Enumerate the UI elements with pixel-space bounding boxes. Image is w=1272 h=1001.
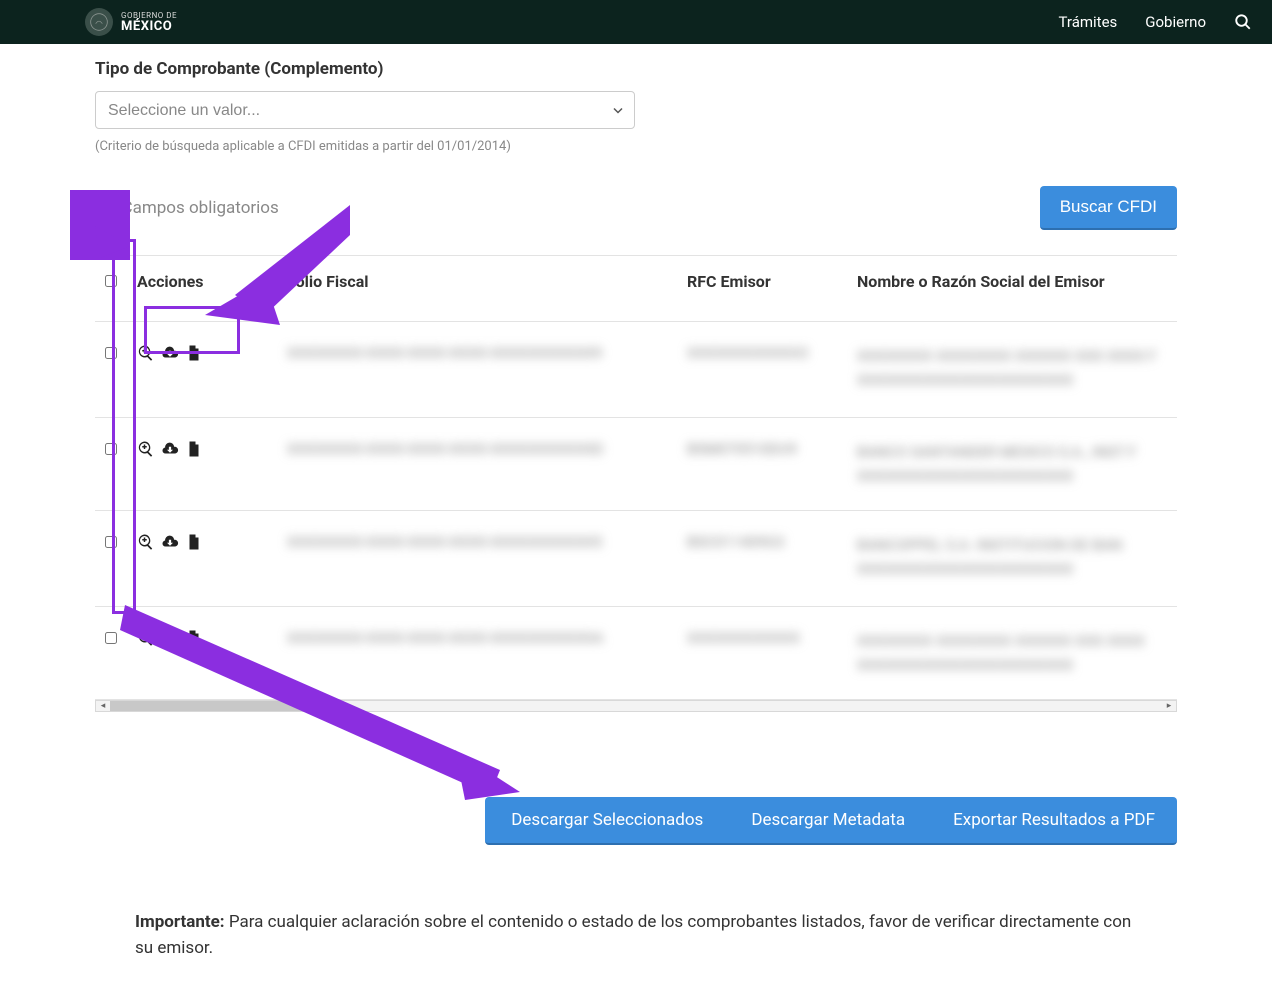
row-checkbox[interactable] [105, 347, 117, 359]
download-icon[interactable] [161, 533, 179, 555]
table-row: XXXXXXXX-XXXX-XXXX-XXXX-XXXXXXXXXXX5 BSC… [95, 511, 1177, 607]
col-header-acciones: Acciones [127, 256, 277, 322]
rfc-emisor-value: XXXXXXXXXXXX [687, 629, 837, 647]
table-row: XXXXXXXX-XXXX-XXXX-XXXX-XXXXXXXXXXXA XXX… [95, 607, 1177, 700]
gov-header: GOBIERNO DE MÉXICO Trámites Gobierno [0, 0, 1272, 44]
folio-fiscal-value: XXXXXXXX-XXXX-XXXX-XXXX-XXXXXXXXXXX5 [287, 533, 667, 551]
buscar-cfdi-button[interactable]: Buscar CFDI [1040, 186, 1177, 230]
document-icon[interactable] [185, 440, 203, 462]
results-table-wrap: Acciones Folio Fiscal RFC Emisor Nombre … [95, 255, 1177, 700]
row-checkbox[interactable] [105, 443, 117, 455]
select-all-checkbox[interactable] [105, 275, 117, 287]
col-header-folio: Folio Fiscal [277, 256, 677, 322]
logo-text-bottom: MÉXICO [121, 20, 177, 33]
view-detail-icon[interactable] [137, 629, 155, 651]
rfc-emisor-value: BSM070510DU9 [687, 440, 837, 458]
search-icon[interactable] [1234, 13, 1252, 31]
logo[interactable]: GOBIERNO DE MÉXICO [85, 8, 177, 36]
criteria-note: (Criterio de búsqueda aplicable a CFDI e… [95, 139, 1177, 154]
note-text: Para cualquier aclaración sobre el conte… [135, 912, 1131, 958]
scroll-left-arrow[interactable]: ◂ [96, 701, 110, 711]
exportar-pdf-button[interactable]: Exportar Resultados a PDF [953, 810, 1155, 830]
nav-gobierno[interactable]: Gobierno [1145, 13, 1206, 31]
view-detail-icon[interactable] [137, 533, 155, 555]
folio-fiscal-value: XXXXXXXX-XXXX-XXXX-XXXX-XXXXXXXXXXXD [287, 440, 667, 458]
tipo-comprobante-label: Tipo de Comprobante (Complemento) [95, 59, 1177, 79]
table-row: XXXXXXXX-XXXX-XXXX-XXXX-XXXXXXXXXXXD BSM… [95, 418, 1177, 511]
col-header-rfc: RFC Emisor [677, 256, 847, 322]
download-icon[interactable] [161, 440, 179, 462]
note-prefix: Importante: [135, 912, 225, 932]
document-icon[interactable] [185, 344, 203, 366]
row-checkbox[interactable] [105, 632, 117, 644]
rfc-emisor-value: XXXXXXXXXXXX3 [687, 344, 837, 362]
results-table: Acciones Folio Fiscal RFC Emisor Nombre … [95, 256, 1177, 699]
rfc-emisor-value: BSC011409G3 [687, 533, 837, 551]
download-icon[interactable] [161, 344, 179, 366]
scroll-right-arrow[interactable]: ▸ [1162, 701, 1176, 711]
header-nav: Trámites Gobierno [1059, 13, 1252, 31]
nombre-emisor-value: BANCO SANTANDER MEXICO S.A., INST FXXXXX… [857, 440, 1177, 488]
document-icon[interactable] [185, 629, 203, 651]
download-action-bar: Descargar Seleccionados Descargar Metada… [485, 797, 1177, 845]
nombre-emisor-value: XXXXXXXX XXXXXXXX XXXXXX XXX XXXX XXXXXX… [857, 629, 1177, 677]
view-detail-icon[interactable] [137, 440, 155, 462]
required-fields-note: * Campos obligatorios [110, 198, 279, 218]
nav-tramites[interactable]: Trámites [1059, 13, 1118, 31]
table-row: XXXXXXXX-XXXX-XXXX-XXXX-XXXXXXXXXXX9 XXX… [95, 322, 1177, 418]
horizontal-scrollbar[interactable]: ◂ ▸ [95, 700, 1177, 712]
download-icon[interactable] [161, 629, 179, 651]
descargar-metadata-button[interactable]: Descargar Metadata [751, 810, 905, 830]
folio-fiscal-value: XXXXXXXX-XXXX-XXXX-XXXX-XXXXXXXXXXXA [287, 629, 667, 647]
logo-text: GOBIERNO DE MÉXICO [121, 12, 177, 33]
nombre-emisor-value: BANCOPPEL S.A. INSTITUCION DE BAN XXXXXX… [857, 533, 1177, 581]
document-icon[interactable] [185, 533, 203, 555]
row-checkbox[interactable] [105, 536, 117, 548]
folio-fiscal-value: XXXXXXXX-XXXX-XXXX-XXXX-XXXXXXXXXXX9 [287, 344, 667, 362]
view-detail-icon[interactable] [137, 344, 155, 366]
important-note: Importante: Para cualquier aclaración so… [135, 910, 1137, 961]
scrollbar-thumb[interactable] [110, 701, 341, 711]
col-header-nombre: Nombre o Razón Social del Emisor [847, 256, 1177, 322]
nombre-emisor-value: XXXXXXXX XXXXXXXX XXXXXX XXX XXXX FXXXXX… [857, 344, 1177, 392]
descargar-seleccionados-button[interactable]: Descargar Seleccionados [511, 810, 703, 830]
tipo-comprobante-select[interactable]: Seleccione un valor... [95, 91, 635, 129]
gov-seal-icon [85, 8, 113, 36]
